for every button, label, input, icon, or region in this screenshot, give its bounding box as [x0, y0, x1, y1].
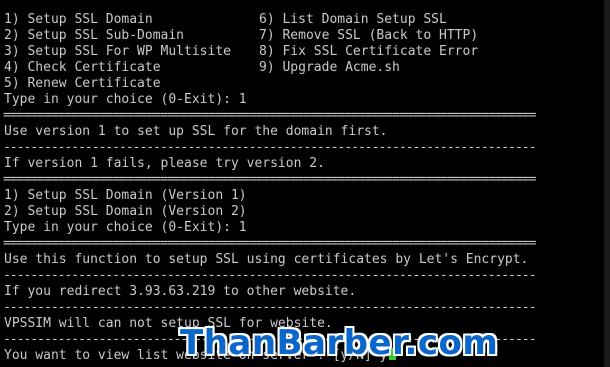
info-text: Use this function to setup SSL using cer…	[4, 252, 529, 267]
note-text: If version 1 fails, please try version 2…	[4, 156, 325, 171]
single-rule: ----------------------------------------…	[3, 300, 536, 315]
double-rule: ========================================…	[3, 172, 536, 187]
choice-prompt: Type in your choice (0-Exit): 1	[4, 220, 247, 235]
terminal-window[interactable]: 1) Setup SSL Domain 6) List Domain Setup…	[0, 0, 610, 367]
menu-item: 2) Setup SSL Domain (Version 2)	[4, 204, 247, 219]
note-text: Use version 1 to set up SSL for the doma…	[4, 124, 388, 139]
menu-item: 1) Setup SSL Domain	[4, 12, 153, 27]
menu-item: 7) Remove SSL (Back to HTTP)	[259, 28, 479, 43]
menu-item: 5) Renew Certificate	[4, 76, 161, 91]
info-text: If you redirect 3.93.63.219 to other web…	[4, 284, 357, 299]
menu-item: 9) Upgrade Acme.sh	[259, 60, 400, 75]
watermark-logo: ThanBarber.com	[180, 323, 499, 363]
double-rule: ========================================…	[3, 236, 536, 251]
menu-item: 1) Setup SSL Domain (Version 1)	[4, 188, 247, 203]
menu-item: 2) Setup SSL Sub-Domain	[4, 28, 185, 43]
single-rule: ----------------------------------------…	[3, 268, 536, 283]
menu-item: 8) Fix SSL Certificate Error	[259, 44, 479, 59]
menu-item: 6) List Domain Setup SSL	[259, 12, 447, 27]
choice-prompt: Type in your choice (0-Exit): 1	[4, 92, 247, 107]
menu-item: 3) Setup SSL For WP Multisite	[4, 44, 231, 59]
scrollbar[interactable]	[604, 0, 610, 367]
double-rule: ========================================…	[3, 108, 536, 123]
menu-item: 4) Check Certificate	[4, 60, 161, 75]
single-rule: ----------------------------------------…	[3, 140, 536, 155]
